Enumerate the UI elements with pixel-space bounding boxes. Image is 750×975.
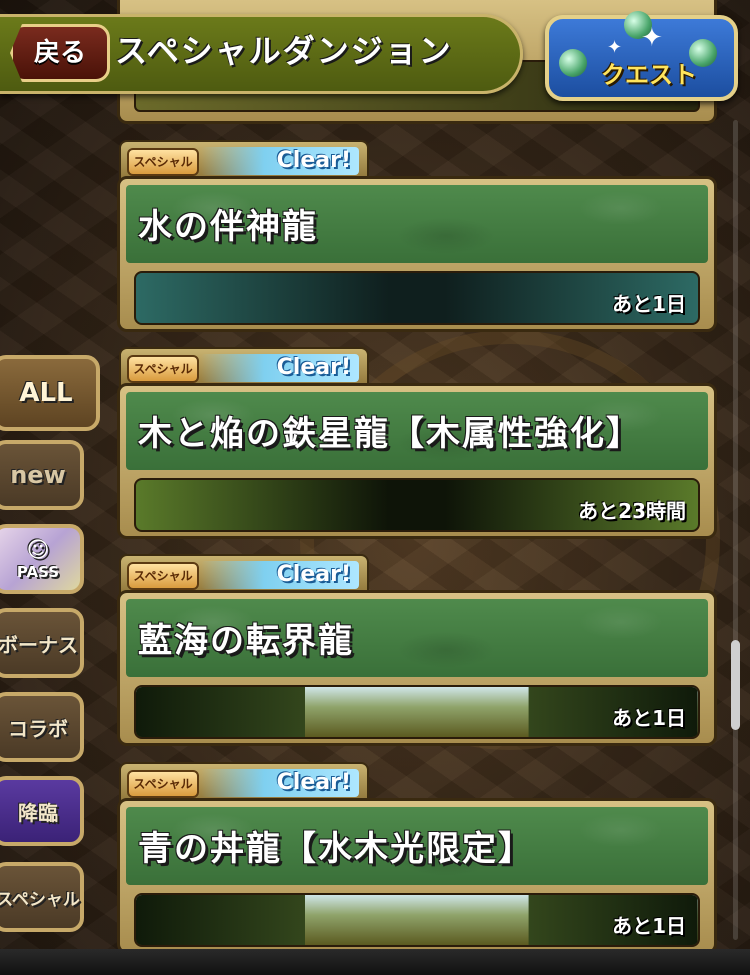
card-title-panel: 青の丼龍【水木光限定】 xyxy=(126,807,708,885)
dungeon-card[interactable]: スペシャル Clear! 水の伴神龍 あと1日 xyxy=(117,140,717,332)
clear-badge: Clear! xyxy=(201,561,359,589)
clear-badge: Clear! xyxy=(201,354,359,382)
tab-pass-label: PASS xyxy=(16,562,60,581)
card-body: 藍海の転界龍 あと1日 xyxy=(117,590,717,746)
dungeon-title: 水の伴神龍 xyxy=(138,207,318,247)
tab-descend[interactable]: 降臨 xyxy=(0,776,84,846)
clear-badge: Clear! xyxy=(201,147,359,175)
remaining-time: あと1日 xyxy=(612,706,686,730)
special-tag: スペシャル xyxy=(127,148,199,176)
card-body: 水の伴神龍 あと1日 xyxy=(117,176,717,332)
tab-pass[interactable]: ☺ PASS xyxy=(0,524,84,594)
remaining-time: あと1日 xyxy=(612,292,686,316)
tab-collab[interactable]: コラボ xyxy=(0,692,84,762)
pass-mascot-icon: ☺ xyxy=(26,537,50,563)
tab-all[interactable]: ALL xyxy=(0,355,100,431)
quest-label: クエスト xyxy=(601,61,697,89)
tab-bonus[interactable]: ボーナス xyxy=(0,608,84,678)
scrollbar-thumb[interactable] xyxy=(731,640,740,730)
tab-new[interactable]: new xyxy=(0,440,84,510)
dungeon-title: 青の丼龍【水木光限定】 xyxy=(138,829,534,869)
dungeon-card[interactable]: スペシャル Clear! 藍海の転界龍 あと1日 xyxy=(117,554,717,746)
dungeon-scene: あと1日 xyxy=(134,685,700,739)
dungeon-card[interactable]: スペシャル Clear! 木と焔の鉄星龍【木属性強化】 あと23時間 xyxy=(117,347,717,539)
quest-button[interactable]: ✦ ✦ クエスト xyxy=(545,11,738,101)
bottom-bar xyxy=(0,949,750,975)
remaining-time: あと1日 xyxy=(612,914,686,938)
special-tag: スペシャル xyxy=(127,770,199,798)
card-title-panel: 木と焔の鉄星龍【木属性強化】 xyxy=(126,392,708,470)
dungeon-scene: あと1日 xyxy=(134,893,700,947)
scrollbar-track[interactable] xyxy=(733,120,738,940)
tab-special[interactable]: スペシャル xyxy=(0,862,84,932)
card-title-panel: 水の伴神龍 xyxy=(126,185,708,263)
card-body: 木と焔の鉄星龍【木属性強化】 あと23時間 xyxy=(117,383,717,539)
dungeon-scene: あと1日 xyxy=(134,271,700,325)
dungeon-title: 藍海の転界龍 xyxy=(138,621,354,661)
special-tag: スペシャル xyxy=(127,355,199,383)
special-tag: スペシャル xyxy=(127,562,199,590)
back-button[interactable]: 戻る xyxy=(10,24,110,82)
page-title: スペシャルダンジョン xyxy=(115,32,453,70)
sparkle-icon: ✦ xyxy=(641,23,663,53)
dungeon-scene: あと23時間 xyxy=(134,478,700,532)
clear-badge: Clear! xyxy=(201,769,359,797)
card-body: 青の丼龍【水木光限定】 あと1日 xyxy=(117,798,717,954)
remaining-time: あと23時間 xyxy=(578,499,686,523)
dungeon-card[interactable]: スペシャル Clear! 青の丼龍【水木光限定】 あと1日 xyxy=(117,762,717,954)
card-title-panel: 藍海の転界龍 xyxy=(126,599,708,677)
dungeon-title: 木と焔の鉄星龍【木属性強化】 xyxy=(138,414,642,454)
